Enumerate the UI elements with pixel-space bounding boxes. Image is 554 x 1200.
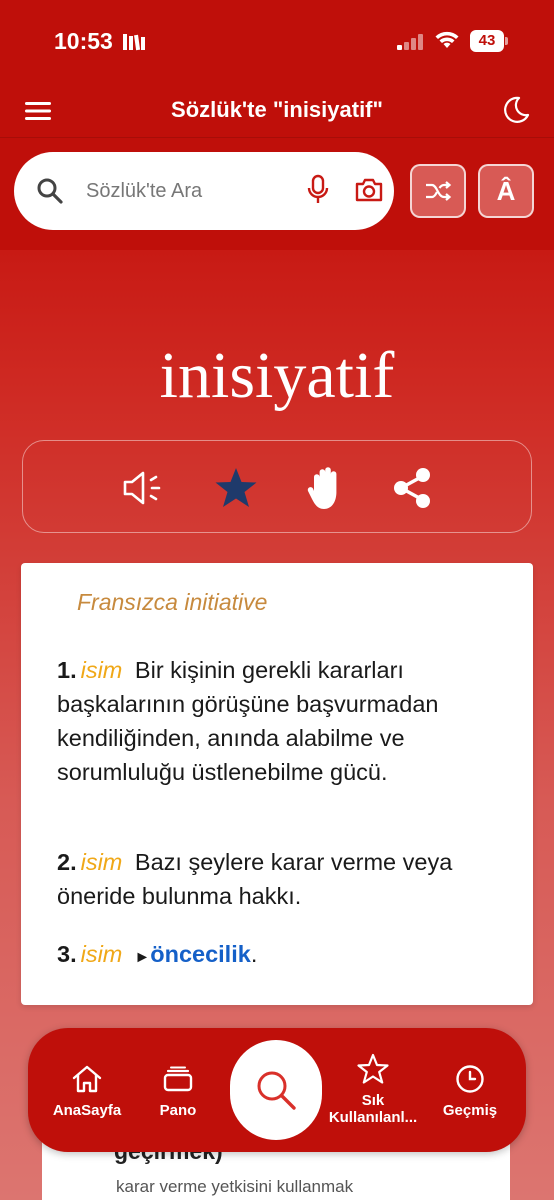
reference-arrow-icon: ► — [134, 949, 151, 966]
library-icon — [123, 34, 145, 51]
search-icon — [257, 1071, 296, 1110]
nav-favorites-label: Sık Kullanılanl... — [328, 1092, 418, 1126]
board-icon — [163, 1066, 193, 1092]
nav-pano-label: Pano — [159, 1102, 197, 1119]
speaker-icon[interactable] — [121, 465, 167, 511]
star-outline-icon — [357, 1053, 389, 1084]
nav-history-label: Geçmiş — [442, 1102, 498, 1119]
shuffle-icon — [426, 181, 452, 201]
share-icon[interactable] — [389, 465, 435, 511]
definition-number: 1. — [57, 657, 77, 683]
nav-favorites[interactable]: Sık Kullanılanl... — [318, 1028, 428, 1152]
nav-home[interactable]: AnaSayfa — [42, 1028, 132, 1152]
status-time: 10:53 — [54, 28, 113, 54]
search-input[interactable] — [86, 174, 286, 208]
favorite-star-icon[interactable] — [213, 465, 259, 511]
app-header: Sözlük'te "inisiyatif" — [0, 84, 554, 138]
status-bar: 10:53 43 — [0, 0, 554, 84]
word-origin: Fransızca initiative — [77, 589, 268, 615]
camera-icon[interactable] — [354, 177, 384, 203]
part-of-speech: isim — [80, 657, 123, 683]
part-of-speech: isim — [80, 941, 123, 967]
nav-search-button[interactable] — [230, 1040, 322, 1140]
nav-pano[interactable]: Pano — [140, 1028, 216, 1152]
clock-icon — [456, 1065, 484, 1093]
definition-item: 3. isim ►öncecilik. — [57, 937, 507, 975]
search-box[interactable] — [14, 152, 394, 230]
reference-link[interactable]: öncecilik — [150, 941, 251, 967]
battery-level: 43 — [470, 30, 504, 52]
wifi-icon — [435, 31, 459, 48]
nav-history[interactable]: Geçmiş — [426, 1028, 514, 1152]
battery-indicator: 43 — [470, 30, 508, 52]
definition-number: 3. — [57, 941, 77, 967]
bottom-navigation: AnaSayfa Pano Sık Kullanılanl... Geçmiş — [28, 1028, 526, 1152]
special-characters-button[interactable]: Â — [478, 164, 534, 218]
search-icon — [37, 178, 63, 204]
word-title: inisiyatif — [159, 339, 395, 412]
definition-item: 1. isim Bir kişinin gerekli kararları baş… — [57, 653, 507, 789]
reference-suffix: . — [250, 941, 258, 967]
nav-home-label: AnaSayfa — [52, 1102, 122, 1119]
definition-item: 2. isim Bazı şeylere karar verme veya öne… — [57, 845, 507, 913]
definition-card: Fransızca initiative 1. isim Bir kişinin … — [21, 563, 533, 1005]
related-text: karar verme yetkisini kullanmak — [116, 1177, 354, 1196]
search-area: Â — [0, 138, 554, 250]
home-icon — [72, 1065, 102, 1093]
page-title: Sözlük'te "inisiyatif" — [171, 97, 383, 122]
hand-icon[interactable] — [303, 465, 349, 511]
random-word-button[interactable] — [410, 164, 466, 218]
definition-number: 2. — [57, 849, 77, 875]
microphone-icon[interactable] — [306, 174, 330, 206]
action-toolbar — [22, 440, 532, 533]
signal-icon — [397, 34, 423, 50]
part-of-speech: isim — [80, 849, 123, 875]
moon-icon[interactable] — [500, 94, 532, 126]
